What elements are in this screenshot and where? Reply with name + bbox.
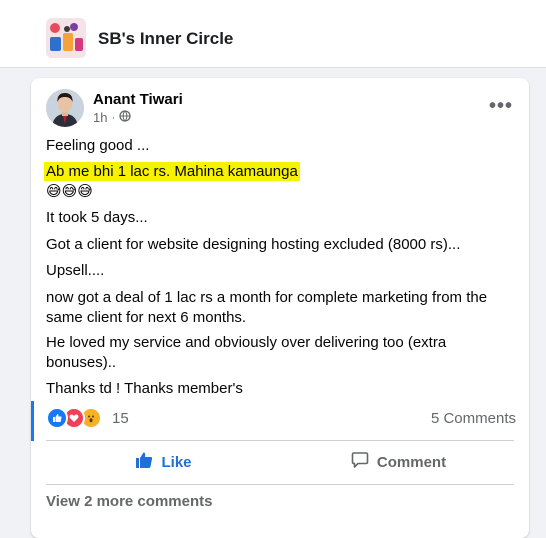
focus-accent [31, 401, 34, 441]
post-line: Thanks td ! Thanks member's [46, 380, 243, 397]
meta-separator: · [111, 112, 116, 124]
highlighted-text: Ab me bhi 1 lac rs. Mahina kamaunga [44, 162, 300, 181]
post-line: It took 5 days... [46, 209, 148, 226]
post-card: Anant Tiwari 1h · ••• Feeling good ... A… [31, 78, 529, 538]
post-time[interactable]: 1h [93, 110, 107, 126]
divider [46, 484, 514, 485]
post-line: Upsell.... [46, 262, 105, 279]
comment-count[interactable]: 5 Comments [431, 410, 516, 427]
more-options-icon[interactable]: ••• [487, 92, 515, 120]
divider [46, 440, 514, 441]
like-button[interactable]: Like [46, 444, 281, 480]
post-line: Got a client for website designing hosti… [46, 236, 461, 253]
post-line-highlighted: Ab me bhi 1 lac rs. Mahina kamaunga [44, 162, 300, 182]
post-line-emoji: 😅😅😅 [46, 183, 93, 200]
post-line: now got a deal of 1 lac rs a month for c… [46, 289, 488, 326]
post-meta: 1h · [93, 110, 131, 126]
like-label: Like [161, 453, 192, 471]
globe-icon [119, 110, 131, 126]
group-name[interactable]: SB's Inner Circle [98, 28, 233, 50]
reaction-icons[interactable] [46, 407, 102, 429]
thumbs-up-icon [135, 451, 153, 473]
group-cover-icon[interactable] [46, 18, 86, 58]
comment-button[interactable]: Comment [281, 444, 516, 480]
avatar[interactable] [46, 89, 84, 127]
reaction-count[interactable]: 15 [112, 410, 129, 427]
view-more-comments-link[interactable]: View 2 more comments [46, 493, 212, 510]
comment-bubble-icon [351, 451, 369, 473]
post-line: He loved my service and obviously over d… [46, 334, 447, 371]
comment-label: Comment [376, 453, 447, 471]
group-header: SB's Inner Circle [0, 0, 546, 68]
like-reaction-icon [46, 407, 68, 429]
reaction-bar: 15 5 Comments [46, 405, 516, 431]
post-line: Feeling good ... [46, 137, 150, 154]
author-name[interactable]: Anant Tiwari [93, 90, 183, 110]
post-actions: Like Comment [46, 444, 516, 480]
more-options-label: ••• [488, 94, 513, 117]
